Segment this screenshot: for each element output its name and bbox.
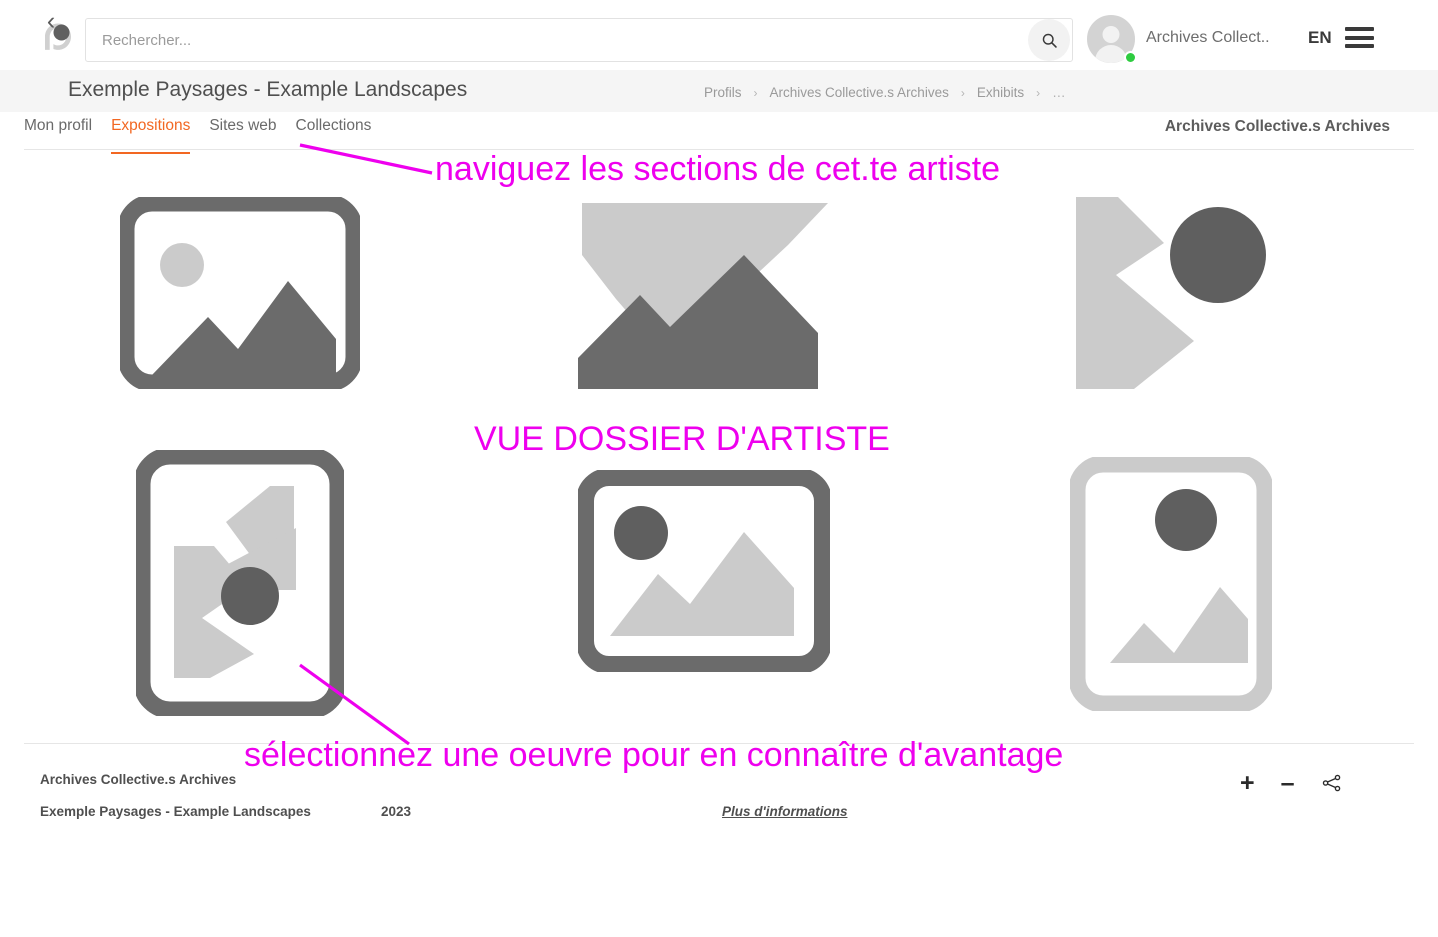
avatar-head <box>1103 26 1120 43</box>
owner-title: Archives Collective.s Archives <box>1165 118 1390 136</box>
avatar-body <box>1095 45 1127 65</box>
status-badge <box>1124 51 1137 64</box>
top-bar: Archives Collect.. EN <box>0 0 1438 70</box>
artwork-thumb-5[interactable] <box>578 470 830 677</box>
share-button[interactable] <box>1321 772 1343 794</box>
breadcrumb-item-2[interactable]: Exhibits <box>977 85 1024 100</box>
breadcrumb-separator: › <box>754 86 758 100</box>
more-info-link[interactable]: Plus d'informations <box>722 804 847 819</box>
language-switch[interactable]: EN <box>1308 28 1332 48</box>
back-chevron-icon[interactable]: ‹ <box>40 9 62 33</box>
image-placeholder-icon <box>136 450 344 716</box>
artwork-thumb-1[interactable] <box>120 197 360 394</box>
page-title: Exemple Paysages - Example Landscapes <box>68 78 467 102</box>
breadcrumb-separator: › <box>1036 86 1040 100</box>
app-root: Archives Collect.. EN ‹ Exemple Paysages… <box>0 0 1438 937</box>
image-placeholder-icon <box>1070 457 1272 711</box>
image-placeholder-icon-cropped <box>578 203 830 389</box>
hamburger-menu-icon[interactable] <box>1345 27 1374 48</box>
footer-year: 2023 <box>381 804 411 819</box>
annotation-nav-text: naviguez les sections de cet.te artiste <box>435 150 1000 189</box>
zoom-out-button[interactable]: – <box>1281 771 1295 796</box>
annotation-select-text: sélectionnez une oeuvre pour en connaîtr… <box>244 736 1063 775</box>
artwork-thumb-6[interactable] <box>1070 457 1272 716</box>
footer-title: Exemple Paysages - Example Landscapes <box>40 802 340 823</box>
image-placeholder-icon <box>120 197 360 389</box>
search-input[interactable] <box>86 19 1028 61</box>
tab-collections[interactable]: Collections <box>296 117 372 144</box>
artwork-thumb-3[interactable] <box>1072 197 1272 394</box>
artwork-thumb-4[interactable] <box>136 450 344 721</box>
share-icon <box>1321 772 1343 794</box>
user-name-label[interactable]: Archives Collect.. <box>1146 29 1270 47</box>
tab-mon-profil[interactable]: Mon profil <box>24 117 92 144</box>
breadcrumb-separator: › <box>961 86 965 100</box>
image-placeholder-icon-cropped <box>1072 197 1272 389</box>
tab-sites-web[interactable]: Sites web <box>209 117 276 144</box>
breadcrumb-item-1[interactable]: Archives Collective.s Archives <box>770 85 949 100</box>
search-bar[interactable] <box>85 18 1073 62</box>
footer-owner: Archives Collective.s Archives <box>40 772 236 787</box>
breadcrumb-item-0[interactable]: Profils <box>704 85 742 100</box>
search-icon[interactable] <box>1028 19 1070 61</box>
avatar[interactable] <box>1085 13 1137 65</box>
footer-actions: + – <box>1240 767 1400 799</box>
tab-expositions[interactable]: Expositions <box>111 117 190 144</box>
artwork-thumb-2[interactable] <box>578 203 830 394</box>
annotation-view-text: VUE DOSSIER D'ARTISTE <box>474 420 890 459</box>
zoom-in-button[interactable]: + <box>1240 771 1255 796</box>
image-placeholder-icon <box>578 470 830 672</box>
breadcrumb-item-3[interactable]: … <box>1052 85 1067 100</box>
breadcrumb: Profils › Archives Collective.s Archives… <box>704 85 1067 100</box>
